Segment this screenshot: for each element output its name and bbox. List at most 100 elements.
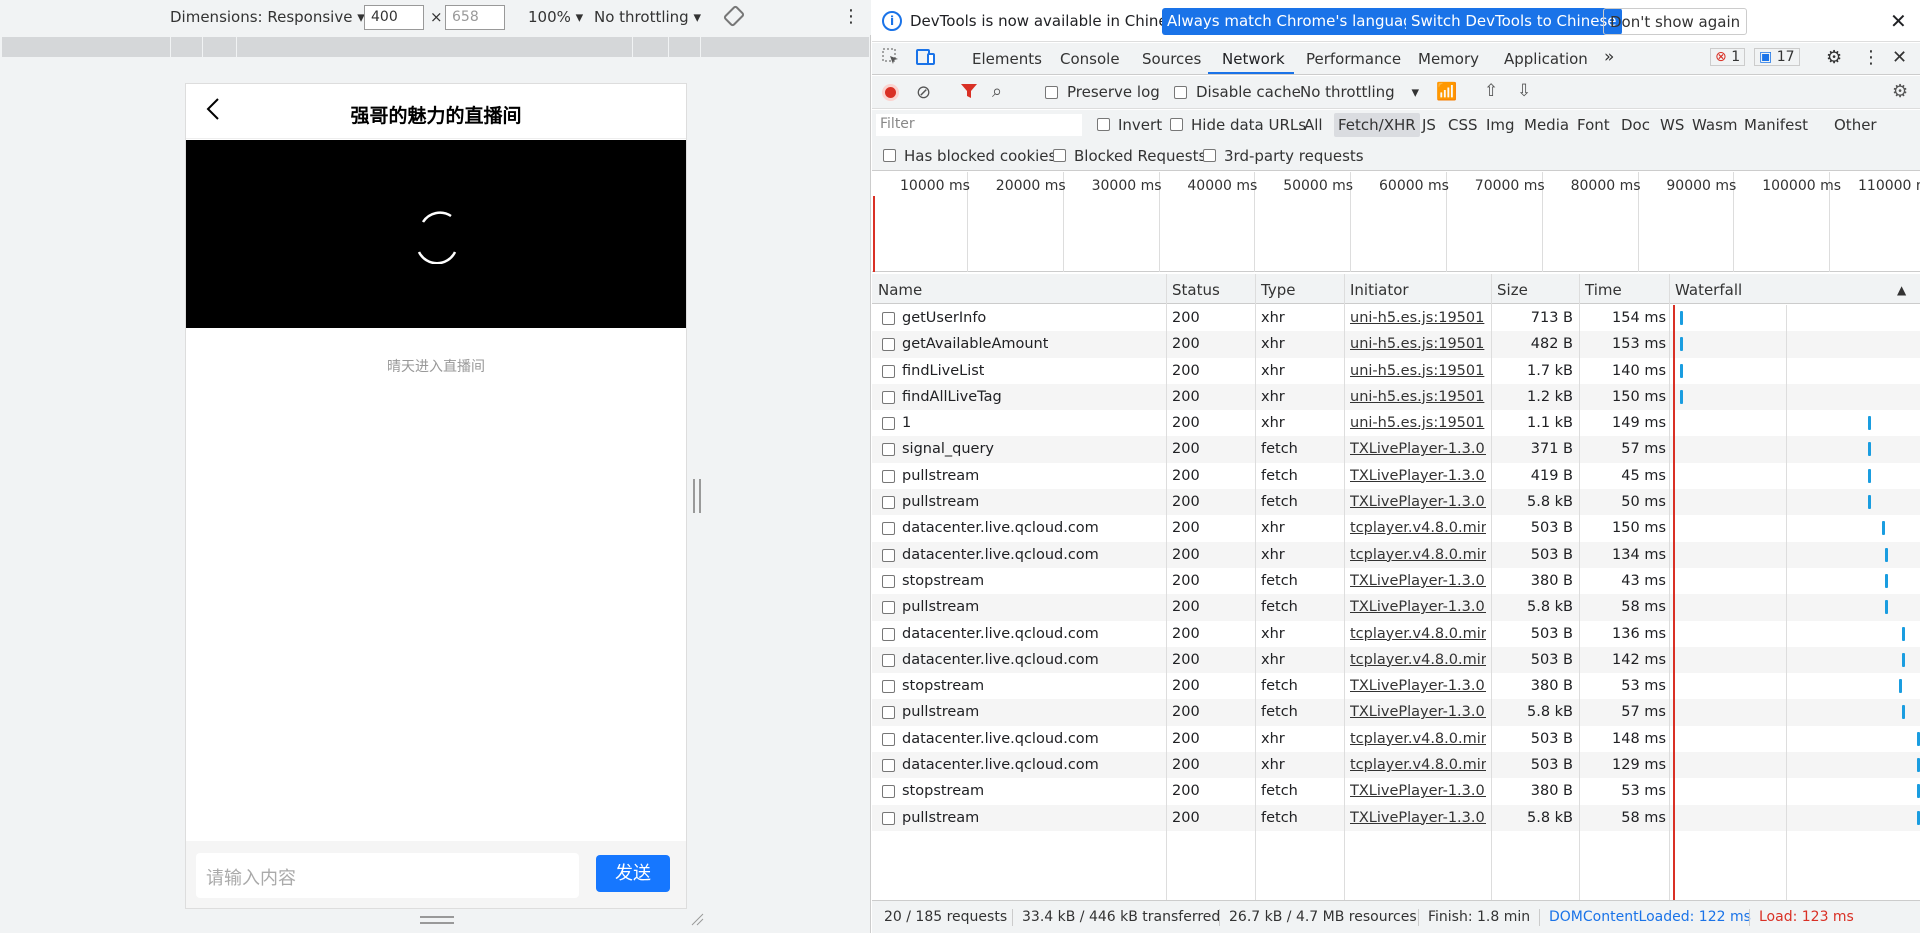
request-name[interactable]: pullstream <box>902 599 979 615</box>
row-checkbox[interactable] <box>882 522 895 536</box>
table-row[interactable]: datacenter.live.qcloud.com 200 xhr tcplayer… <box>872 646 1920 674</box>
request-name[interactable]: findAllLiveTag <box>902 389 1002 405</box>
request-name[interactable]: datacenter.live.qcloud.com <box>902 547 1099 563</box>
row-checkbox[interactable] <box>882 601 895 615</box>
request-initiator[interactable]: TXLivePlayer-1.3.0.... <box>1350 468 1486 484</box>
export-har-icon[interactable]: ⇩ <box>1517 81 1531 101</box>
table-row[interactable]: signal_query 200 fetch TXLivePlayer-1.3.0..… <box>872 436 1920 463</box>
row-checkbox[interactable] <box>882 785 895 799</box>
request-initiator[interactable]: TXLivePlayer-1.3.0.... <box>1350 704 1486 720</box>
network-settings-gear-icon[interactable]: ⚙ <box>1892 81 1908 102</box>
type-filter-wasm[interactable]: Wasm <box>1692 116 1738 134</box>
column-waterfall[interactable]: Waterfall <box>1675 281 1742 299</box>
request-initiator[interactable]: tcplayer.v4.8.0.min.... <box>1350 520 1486 536</box>
type-filter-fetch-xhr[interactable]: Fetch/XHR <box>1334 113 1420 137</box>
request-initiator[interactable]: tcplayer.v4.8.0.min.... <box>1350 757 1486 773</box>
column-name[interactable]: Name <box>878 281 922 299</box>
table-row[interactable]: findLiveList 200 xhr uni-h5.es.js:19501 1.7 … <box>872 358 1920 384</box>
row-checkbox[interactable] <box>882 417 895 431</box>
preserve-log-checkbox[interactable] <box>1045 86 1058 99</box>
row-checkbox[interactable] <box>882 653 895 667</box>
import-har-icon[interactable]: ⇧ <box>1484 81 1498 101</box>
hide-data-urls-checkbox[interactable] <box>1170 118 1183 131</box>
tab-application[interactable]: Application <box>1504 50 1588 68</box>
request-initiator[interactable]: tcplayer.v4.8.0.min.... <box>1350 731 1486 747</box>
type-filter-doc[interactable]: Doc <box>1621 116 1650 134</box>
request-initiator[interactable]: TXLivePlayer-1.3.0.... <box>1350 441 1486 457</box>
table-row[interactable]: datacenter.live.qcloud.com 200 xhr tcplayer… <box>872 621 1920 647</box>
request-name[interactable]: stopstream <box>902 573 984 589</box>
table-row[interactable]: datacenter.live.qcloud.com 200 xhr tcplayer… <box>872 515 1920 541</box>
row-checkbox[interactable] <box>882 312 895 325</box>
request-name[interactable]: stopstream <box>902 678 984 694</box>
chat-input[interactable]: 请输入内容 <box>196 853 579 898</box>
customize-menu-icon[interactable]: ⋮ <box>1862 47 1880 68</box>
row-checkbox[interactable] <box>882 759 895 773</box>
type-filter-media[interactable]: Media <box>1524 116 1569 134</box>
type-filter-css[interactable]: CSS <box>1448 116 1478 134</box>
sort-asc-icon[interactable]: ▲ <box>1897 283 1906 297</box>
dont-show-again-button[interactable]: Don't show again <box>1603 8 1748 35</box>
row-checkbox[interactable] <box>882 811 895 825</box>
request-name[interactable]: datacenter.live.qcloud.com <box>902 520 1099 536</box>
tab-elements[interactable]: Elements <box>972 50 1042 68</box>
row-checkbox[interactable] <box>882 574 895 588</box>
table-row[interactable]: stopstream 200 fetch TXLivePlayer-1.3.0....… <box>872 568 1920 594</box>
type-filter-manifest[interactable]: Manifest <box>1744 116 1808 134</box>
close-devtools-icon[interactable]: ✕ <box>1892 47 1907 68</box>
tab-network[interactable]: Network <box>1222 50 1285 68</box>
row-checkbox[interactable] <box>882 627 895 641</box>
request-initiator[interactable]: uni-h5.es.js:19501 <box>1350 389 1486 405</box>
device-toggle-icon[interactable] <box>916 48 936 70</box>
row-checkbox[interactable] <box>882 680 895 694</box>
tab-console[interactable]: Console <box>1060 50 1120 68</box>
error-counter[interactable]: ⊗ 1 <box>1710 48 1746 66</box>
type-filter-ws[interactable]: WS <box>1660 116 1684 134</box>
type-filter-font[interactable]: Font <box>1577 116 1610 134</box>
type-filter-other[interactable]: Other <box>1834 116 1877 134</box>
height-input[interactable]: 658 <box>445 5 505 30</box>
inspect-element-icon[interactable] <box>882 48 900 70</box>
request-name[interactable]: datacenter.live.qcloud.com <box>902 652 1099 668</box>
table-row[interactable]: pullstream 200 fetch TXLivePlayer-1.3.0....… <box>872 489 1920 516</box>
request-initiator[interactable]: uni-h5.es.js:19501 <box>1350 363 1486 379</box>
table-row[interactable]: pullstream 200 fetch TXLivePlayer-1.3.0....… <box>872 699 1920 726</box>
request-name[interactable]: pullstream <box>902 810 979 826</box>
send-button[interactable]: 发送 <box>596 855 670 892</box>
search-icon[interactable]: ⌕ <box>992 81 1002 102</box>
table-row[interactable]: 1 200 xhr uni-h5.es.js:19501 1.1 kB 149 ms <box>872 410 1920 436</box>
table-row[interactable]: getUserInfo 200 xhr uni-h5.es.js:19501 713 B… <box>872 305 1920 331</box>
request-initiator[interactable]: tcplayer.v4.8.0.min.... <box>1350 547 1486 563</box>
more-options-icon[interactable]: ⋮ <box>842 6 860 27</box>
table-row[interactable]: datacenter.live.qcloud.com 200 xhr tcplayer… <box>872 726 1920 752</box>
request-initiator[interactable]: uni-h5.es.js:19501 <box>1350 415 1486 431</box>
row-checkbox[interactable] <box>882 390 895 404</box>
table-row[interactable]: pullstream 200 fetch TXLivePlayer-1.3.0....… <box>872 463 1920 489</box>
request-name[interactable]: findLiveList <box>902 363 984 379</box>
network-throttling-dropdown[interactable]: No throttling ▾ <box>1300 83 1419 101</box>
request-name[interactable]: datacenter.live.qcloud.com <box>902 757 1099 773</box>
row-checkbox[interactable] <box>882 732 895 746</box>
tab-sources[interactable]: Sources <box>1142 50 1201 68</box>
request-name[interactable]: pullstream <box>902 494 979 510</box>
row-checkbox[interactable] <box>882 469 895 483</box>
type-filter-all[interactable]: All <box>1304 116 1323 134</box>
resize-handle-right[interactable] <box>693 479 701 513</box>
width-input[interactable]: 400 <box>364 5 424 30</box>
row-checkbox[interactable] <box>882 548 895 562</box>
request-name[interactable]: getUserInfo <box>902 310 986 326</box>
request-initiator[interactable]: uni-h5.es.js:19501 <box>1350 310 1486 326</box>
network-conditions-icon[interactable]: 📶 <box>1436 82 1457 102</box>
has-blocked-cookies-checkbox[interactable] <box>883 149 896 162</box>
row-checkbox[interactable] <box>882 364 895 378</box>
tab-performance[interactable]: Performance <box>1306 50 1401 68</box>
filter-icon[interactable] <box>960 82 978 104</box>
request-name[interactable]: pullstream <box>902 704 979 720</box>
row-checkbox[interactable] <box>882 496 895 510</box>
blocked-requests-checkbox[interactable] <box>1053 149 1066 162</box>
request-name[interactable]: getAvailableAmount <box>902 336 1048 352</box>
filter-input[interactable]: Filter <box>876 114 1082 136</box>
request-initiator[interactable]: tcplayer.v4.8.0.min.... <box>1350 626 1486 642</box>
request-initiator[interactable]: TXLivePlayer-1.3.0.... <box>1350 783 1486 799</box>
request-name[interactable]: datacenter.live.qcloud.com <box>902 731 1099 747</box>
